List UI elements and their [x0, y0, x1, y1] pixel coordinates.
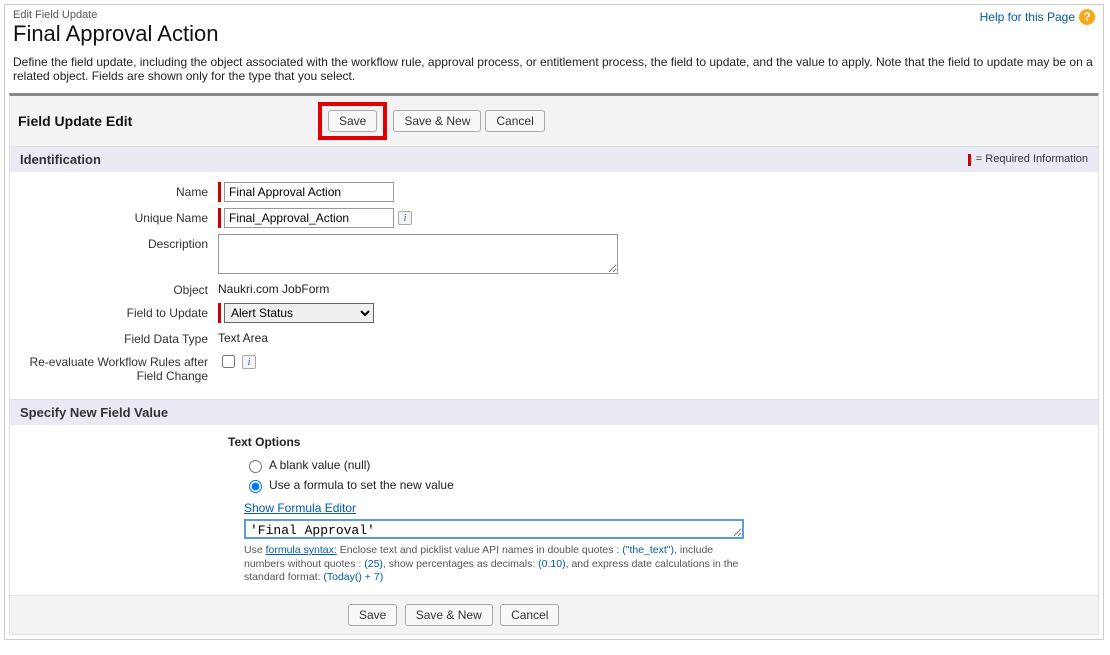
specify-section-header: Specify New Field Value: [10, 399, 1098, 425]
field-update-panel: Field Update Edit Save Save & New Cancel…: [9, 93, 1099, 635]
info-icon[interactable]: i: [242, 355, 256, 369]
identification-body: Name Unique Name i Description Obj: [10, 172, 1098, 399]
edit-field-update-label: Edit Field Update: [13, 9, 218, 21]
intro-text: Define the field update, including the o…: [5, 55, 1103, 93]
description-textarea[interactable]: [218, 234, 618, 274]
formula-textarea[interactable]: [244, 519, 744, 539]
identification-section-header: Identification = Required Information: [10, 146, 1098, 172]
field-data-type-label: Field Data Type: [18, 329, 218, 346]
unique-name-input[interactable]: [224, 208, 394, 228]
bottom-button-bar: Save Save & New Cancel: [10, 595, 1098, 634]
panel-title: Field Update Edit: [18, 113, 318, 129]
cancel-button-bottom[interactable]: Cancel: [500, 604, 559, 626]
description-label: Description: [18, 234, 218, 251]
specify-title: Specify New Field Value: [20, 405, 168, 420]
page-title: Final Approval Action: [13, 21, 218, 47]
object-value: Naukri.com JobForm: [218, 280, 329, 296]
name-label: Name: [18, 182, 218, 199]
cancel-button[interactable]: Cancel: [485, 110, 544, 132]
show-formula-editor-link[interactable]: Show Formula Editor: [244, 501, 356, 515]
info-icon[interactable]: i: [398, 211, 412, 225]
unique-name-label: Unique Name: [18, 208, 218, 225]
panel-header: Field Update Edit Save Save & New Cancel: [10, 96, 1098, 146]
field-to-update-label: Field to Update: [18, 303, 218, 320]
field-to-update-select[interactable]: Alert Status: [224, 303, 374, 323]
save-button[interactable]: Save: [328, 110, 377, 132]
formula-hint: Use formula syntax: Enclose text and pic…: [244, 544, 744, 585]
save-button-bottom[interactable]: Save: [348, 604, 397, 626]
save-and-new-button-bottom[interactable]: Save & New: [405, 604, 493, 626]
help-icon: ?: [1079, 9, 1095, 25]
required-info-text: = Required Information: [968, 153, 1088, 165]
object-label: Object: [18, 280, 218, 297]
save-highlight-box: Save: [318, 102, 387, 140]
specify-body: Text Options A blank value (null) Use a …: [10, 425, 1098, 595]
radio-blank-value[interactable]: [249, 460, 262, 473]
formula-syntax-link[interactable]: formula syntax:: [266, 544, 337, 556]
field-data-type-value: Text Area: [218, 329, 268, 345]
radio-blank-label: A blank value (null): [269, 458, 370, 472]
text-options-title: Text Options: [228, 435, 1090, 449]
required-mark-icon: [968, 154, 973, 166]
name-input[interactable]: [224, 182, 394, 202]
radio-use-formula[interactable]: [249, 480, 262, 493]
save-and-new-button[interactable]: Save & New: [393, 110, 481, 132]
help-link-text: Help for this Page: [980, 10, 1075, 24]
page-container: Edit Field Update Final Approval Action …: [4, 4, 1104, 640]
help-link[interactable]: Help for this Page ?: [980, 9, 1095, 25]
identification-title: Identification: [20, 152, 101, 167]
radio-formula-label: Use a formula to set the new value: [269, 478, 454, 492]
reeval-label: Re-evaluate Workflow Rules after Field C…: [18, 352, 218, 383]
reeval-checkbox[interactable]: [222, 355, 235, 368]
